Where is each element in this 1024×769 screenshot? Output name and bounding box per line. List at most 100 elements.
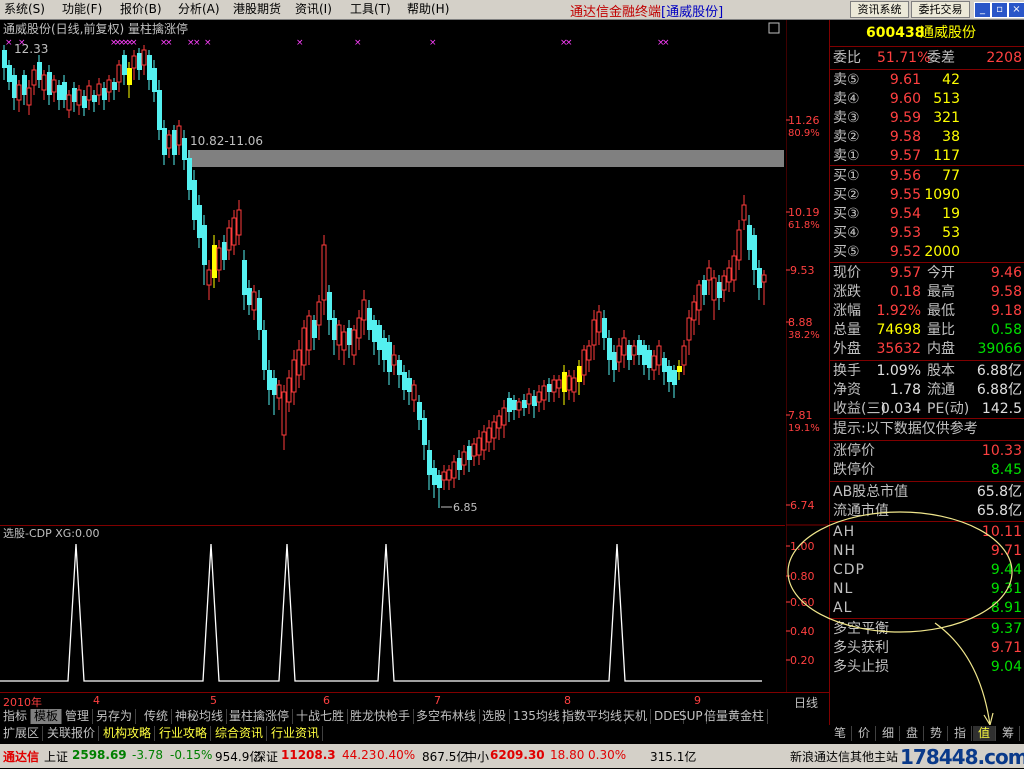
x-marker: ×	[5, 38, 13, 48]
sell-level-row: 卖② 9.58 38	[833, 129, 960, 145]
menu-quote[interactable]: 报价(B)	[120, 2, 162, 16]
panel-tab[interactable]: 势	[925, 726, 948, 741]
indicator-tab[interactable]: 另存为	[93, 709, 137, 724]
candlestick-chart[interactable]: 通威股份(日线,前复权) 量柱擒涨停 12.33 × × ×××××× ×× ×× × × ×…	[0, 20, 785, 525]
fundamental-row: 收益(三) 0.034 PE(动) 142.5	[833, 401, 1022, 417]
indicator-tabs: 指标 模板 管理 另存为 传统 神秘均线 量柱擒涨停 十战七胜 胜龙快枪手 多空布林线 选股 135均…	[0, 708, 829, 725]
annotation-overlay	[787, 511, 1013, 727]
info-system-button[interactable]: 资讯系统	[850, 1, 909, 18]
indicator-tab[interactable]: 神秘均线	[172, 709, 228, 724]
indicator-tab[interactable]: 量柱擒涨停	[226, 709, 294, 724]
stock-header: 600438 通威股份	[830, 24, 1024, 43]
time-label-7: 7	[434, 694, 441, 707]
axis-price-1: 11.26	[788, 114, 820, 127]
menu-function[interactable]: 功能(F)	[62, 2, 102, 16]
indicator-title: 选股-CDP XG:0.00	[3, 527, 100, 540]
buy-level-row: 买④ 9.53 53	[833, 225, 960, 241]
app-title: 通达信金融终端[通威股份]	[570, 5, 724, 20]
indicator-tab[interactable]: 天机	[620, 709, 652, 724]
x-marker: ×	[296, 38, 304, 48]
range-label: 10.82-11.06	[190, 134, 263, 148]
sh-index: 2598.69	[72, 748, 127, 762]
extension-tab[interactable]: 机构攻略	[100, 726, 156, 741]
stock-name: 通威股份	[920, 25, 976, 41]
menu-bar: 系统(S) 功能(F) 报价(B) 分析(A) 港股期货 资讯(I) 工具(T)…	[0, 0, 1024, 20]
menu-info[interactable]: 资讯(I)	[295, 2, 332, 16]
axis-pct-1: 80.9%	[788, 128, 820, 139]
time-label-8: 8	[564, 694, 571, 707]
panel-tab[interactable]: 笔	[829, 726, 852, 741]
menu-analysis[interactable]: 分析(A)	[178, 2, 220, 16]
time-label-4: 4	[93, 694, 100, 707]
panel-tab[interactable]: 盘	[901, 726, 924, 741]
restore-icon[interactable]: ▫	[991, 2, 1008, 18]
minimize-icon[interactable]: _	[974, 2, 991, 18]
menu-help[interactable]: 帮助(H)	[407, 2, 449, 16]
menu-system[interactable]: 系统(S)	[4, 2, 45, 16]
fundamental-row: 净资 1.78 流通 6.88亿	[833, 382, 1022, 398]
indicator-tab[interactable]: 模板	[31, 709, 63, 724]
extension-tabs: 扩展区 关联报价 机构攻略 行业攻略 综合资讯 行业资讯	[0, 725, 829, 742]
indicator-tab[interactable]: 胜龙快枪手	[347, 709, 415, 724]
panel-tab[interactable]: 值	[973, 726, 996, 741]
indicator-tab[interactable]: 指标	[0, 709, 32, 724]
axis-pct-5: 19.1%	[788, 423, 820, 434]
limit-row: 涨停价 10.33	[833, 443, 1022, 459]
indicator-tab[interactable]: 135均线	[510, 709, 564, 724]
menu-tools[interactable]: 工具(T)	[350, 2, 391, 16]
market-value-row: AB股总市值 65.8亿	[833, 484, 1022, 500]
status-bar: 通达信 上证 2598.69 -3.78 -0.15% 954.9亿 深证 11…	[0, 744, 1024, 768]
extension-tab[interactable]: 行业资讯	[268, 726, 324, 741]
x-marker: ×	[130, 38, 138, 48]
extension-tab[interactable]: 扩展区	[0, 726, 44, 741]
time-axis: 2010年 4 5 6 7 8 9 日线	[0, 692, 829, 710]
sz-index: 11208.3	[281, 748, 336, 762]
indicator-tab[interactable]: 选股	[479, 709, 511, 724]
time-label-9: 9	[694, 694, 701, 707]
trade-button[interactable]: 委托交易	[911, 1, 970, 18]
axis-price-5: 7.81	[788, 409, 813, 422]
close-icon[interactable]: ×	[1008, 2, 1024, 18]
resistance-band	[188, 150, 784, 167]
extension-tab[interactable]: 行业攻略	[156, 726, 212, 741]
cdp-indicator-chart[interactable]: 选股-CDP XG:0.00	[0, 526, 785, 692]
x-marker: ×	[662, 38, 670, 48]
x-marker: ×	[354, 38, 362, 48]
fundamental-row: 换手 1.09% 股本 6.88亿	[833, 363, 1022, 379]
axis-price-3: 9.53	[790, 264, 815, 277]
x-marker: ×	[193, 38, 201, 48]
quote-row: 总量 74698 量比 0.58	[833, 322, 1022, 338]
sell-level-row: 卖④ 9.60 513	[833, 91, 960, 107]
panel-tab[interactable]: 细	[877, 726, 900, 741]
panel-tab[interactable]: 价	[853, 726, 876, 741]
axis-pct-4: 38.2%	[788, 330, 820, 341]
menu-hk-futures[interactable]: 港股期货	[233, 2, 281, 16]
chart-title: 通威股份(日线,前复权) 量柱擒涨停	[3, 21, 188, 36]
watermark: 178448.com	[900, 745, 1024, 769]
extension-tab[interactable]: 综合资讯	[212, 726, 268, 741]
sell-level-row: 卖⑤ 9.61 42	[833, 72, 960, 88]
indicator-tab[interactable]: 传统	[141, 709, 173, 724]
quote-row: 涨跌 0.18 最高 9.58	[833, 284, 1022, 300]
buy-level-row: 买⑤ 9.52 2000	[833, 244, 960, 260]
weibi-row: 委比 51.71% 委差 2208	[833, 50, 1022, 66]
x-marker: ×	[429, 38, 437, 48]
brand: 通达信	[3, 750, 40, 764]
quote-row: 涨幅 1.92% 最低 9.18	[833, 303, 1022, 319]
axis-price-2: 10.19	[788, 206, 820, 219]
x-marker: ×	[165, 38, 173, 48]
indicator-tab[interactable]: 倍量黄金柱	[701, 709, 769, 724]
indicator-tab[interactable]: 指数平均线	[559, 709, 627, 724]
quote-row: 外盘 35632 内盘 39066	[833, 341, 1022, 357]
sell-level-row: 卖① 9.57 117	[833, 148, 960, 164]
x-marker: ×	[18, 38, 26, 48]
server-label[interactable]: 新浪通达信其他主站	[790, 748, 898, 765]
low-price-label: 6.85	[453, 501, 478, 514]
indicator-tab[interactable]: 多空布林线	[413, 709, 481, 724]
extension-tab[interactable]: 关联报价	[44, 726, 100, 741]
indicator-tab[interactable]: 管理	[62, 709, 94, 724]
panel-tabs: 笔价细盘势指值筹	[829, 725, 1024, 742]
panel-tab[interactable]: 筹	[997, 726, 1020, 741]
panel-tab[interactable]: 指	[949, 726, 972, 741]
indicator-tab[interactable]: 十战七胜	[293, 709, 349, 724]
